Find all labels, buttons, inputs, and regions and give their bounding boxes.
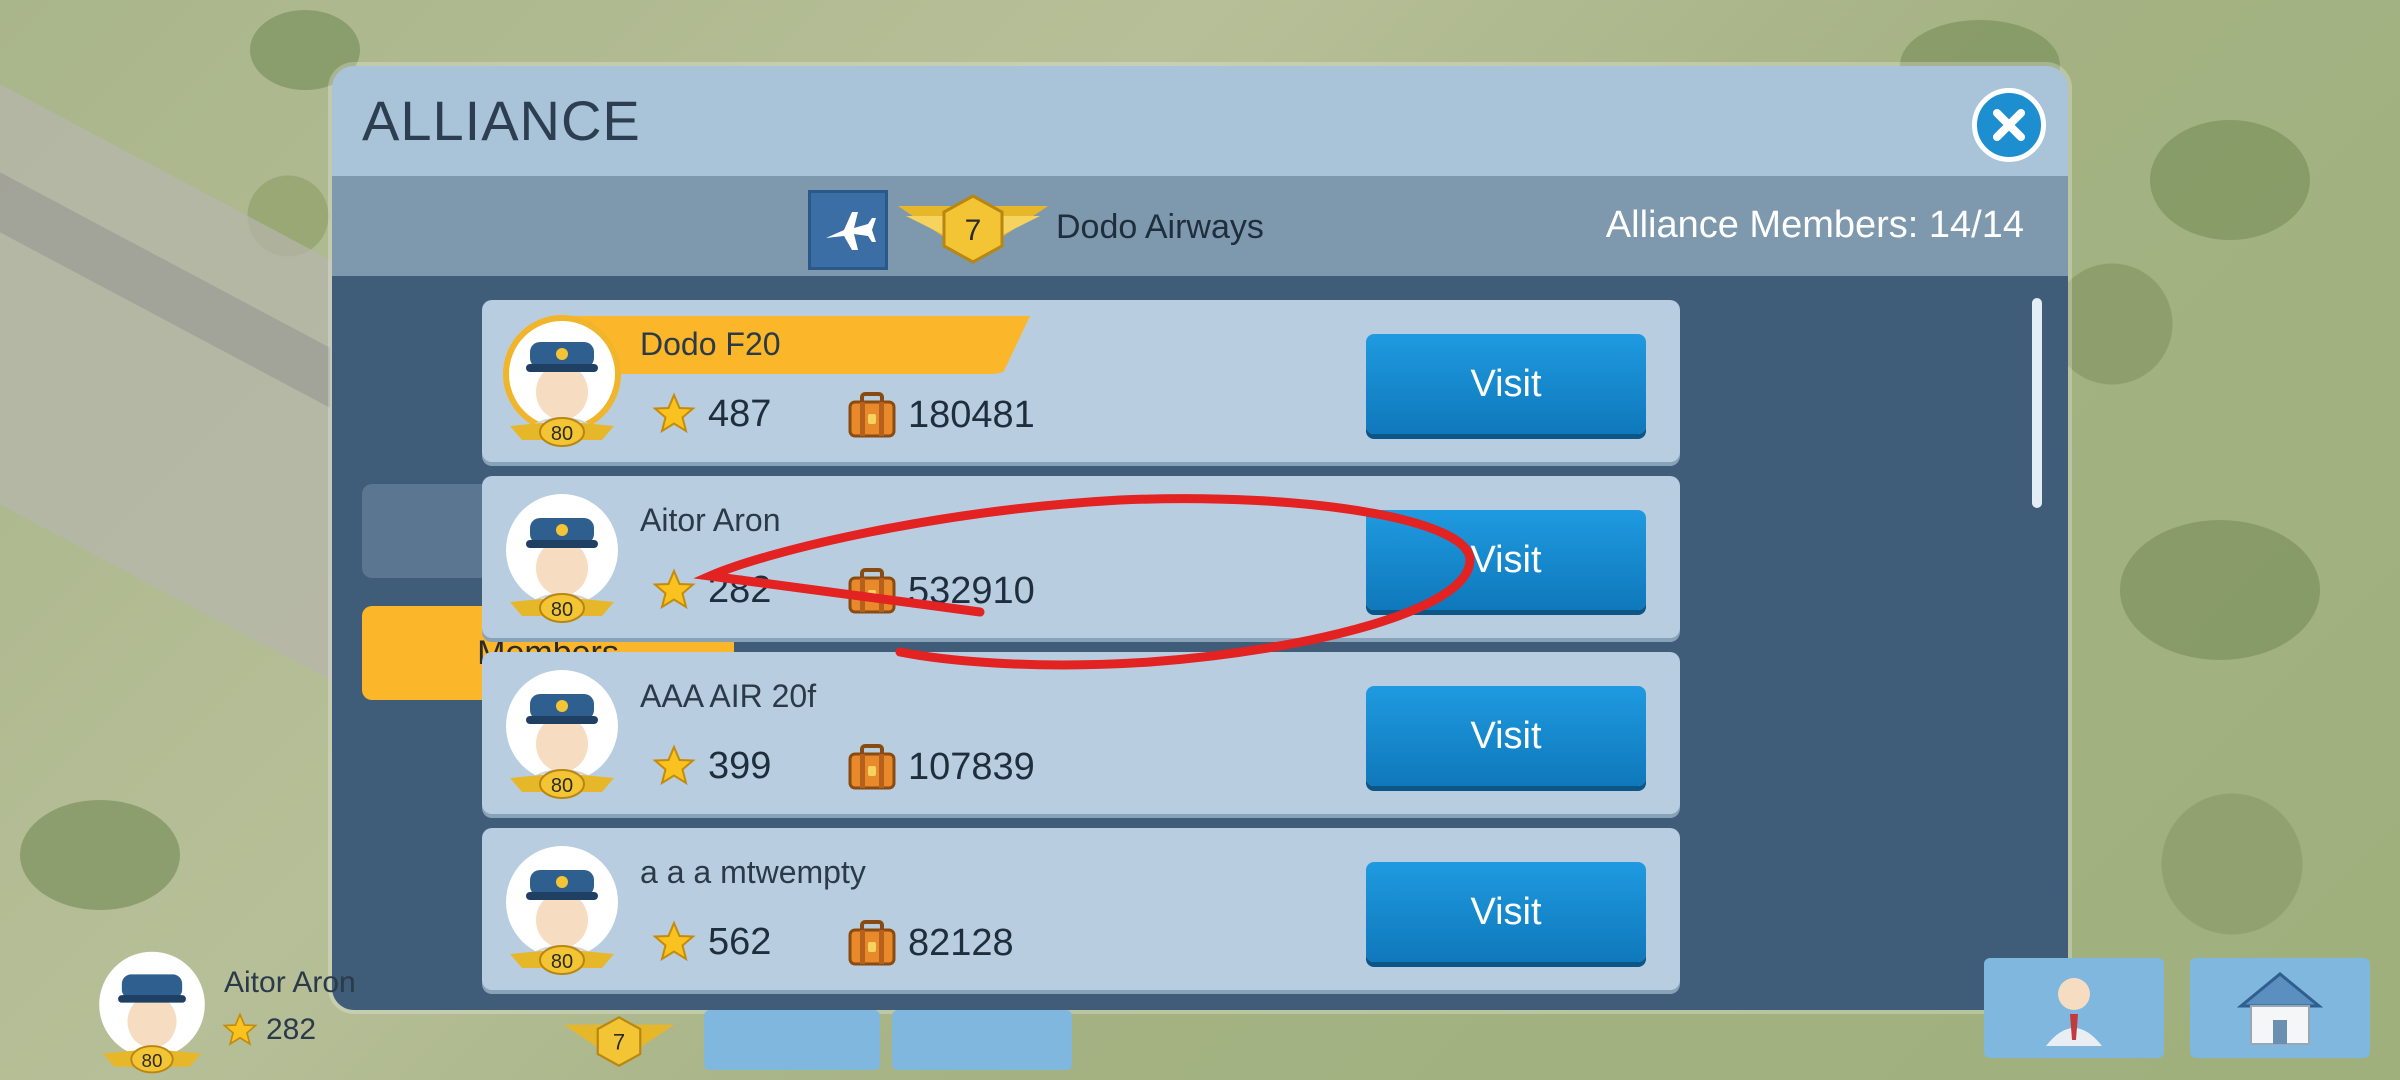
add-friend-button[interactable]: [892, 1010, 1072, 1070]
background-tree: [20, 800, 180, 910]
visit-button[interactable]: Visit: [1366, 334, 1646, 434]
player-level: 80: [142, 1050, 163, 1071]
close-icon: [1993, 109, 2025, 141]
visit-button[interactable]: Visit: [1366, 686, 1646, 786]
member-row: 80 a a a mtwempty 562 82128 Visit: [482, 828, 1680, 990]
member-list-scrollbar[interactable]: [2032, 298, 2042, 508]
star-icon: [222, 1012, 258, 1046]
visit-button[interactable]: Visit: [1366, 862, 1646, 962]
member-stars: 562: [652, 920, 771, 964]
alliance-hud-level: 7: [613, 1030, 625, 1055]
member-stars-value: 562: [708, 920, 772, 963]
player-stars: 282: [222, 1012, 316, 1048]
alliance-hud-badge[interactable]: 7: [564, 1010, 674, 1076]
home-icon: [2236, 972, 2324, 1045]
alliance-members-count: Alliance Members: 14/14: [1605, 204, 2024, 246]
alliance-level-badge: 7: [898, 194, 1048, 264]
cargo-case-icon: [848, 392, 896, 438]
pilot-avatar-icon: 80: [506, 846, 618, 975]
dialog-title: ALLIANCE: [362, 89, 641, 152]
pilot-avatar-icon: 80: [506, 494, 618, 623]
member-stars-value: 487: [708, 392, 772, 435]
background-tree: [2150, 120, 2310, 240]
background-tree: [2120, 520, 2320, 660]
player-avatar-icon[interactable]: 80: [92, 948, 212, 1080]
member-level: 80: [551, 599, 573, 621]
member-row: 80 Dodo F20 487 180481 Visit: [482, 300, 1680, 462]
close-button[interactable]: [1972, 88, 2046, 162]
cargo-case-icon: [848, 920, 896, 966]
star-icon: [652, 920, 696, 962]
member-stars: 399: [652, 744, 771, 788]
star-icon: [652, 744, 696, 786]
member-stars: 487: [652, 392, 771, 436]
member-level: 80: [551, 423, 573, 445]
alliance-header: 7 Dodo Airways Alliance Members: 14/14: [332, 176, 2068, 276]
pilot-avatar-icon: 80: [503, 315, 621, 447]
member-cargo: 180481: [848, 392, 1035, 438]
alliance-logo: [808, 190, 888, 270]
member-cargo-value: 180481: [908, 393, 1035, 436]
player-stars-value: 282: [266, 1013, 317, 1046]
member-name: a a a mtwempty: [640, 854, 866, 890]
pilot-avatar-icon: 80: [506, 670, 618, 799]
advisor-button[interactable]: [1984, 958, 2164, 1058]
alliance-name: Dodo Airways: [1056, 208, 1264, 246]
member-cargo: 82128: [848, 920, 1014, 966]
member-level: 80: [551, 775, 573, 797]
player-name: Aitor Aron: [224, 966, 356, 999]
member-cargo: 107839: [848, 744, 1035, 790]
star-icon: [652, 392, 696, 434]
alliance-level-number: 7: [965, 214, 982, 247]
gift-button[interactable]: [704, 1010, 880, 1070]
home-button[interactable]: [2190, 958, 2370, 1058]
member-stars-value: 399: [708, 744, 772, 787]
member-cargo-value: 82128: [908, 921, 1014, 964]
advisor-icon: [2046, 978, 2102, 1046]
cargo-case-icon: [848, 744, 896, 790]
member-cargo-value: 107839: [908, 745, 1035, 788]
member-name: Dodo F20: [640, 326, 781, 362]
member-level: 80: [551, 951, 573, 973]
member-name: AAA AIR 20f: [640, 678, 817, 714]
red-annotation-circle: [693, 494, 1475, 670]
airplane-icon: [826, 212, 876, 250]
